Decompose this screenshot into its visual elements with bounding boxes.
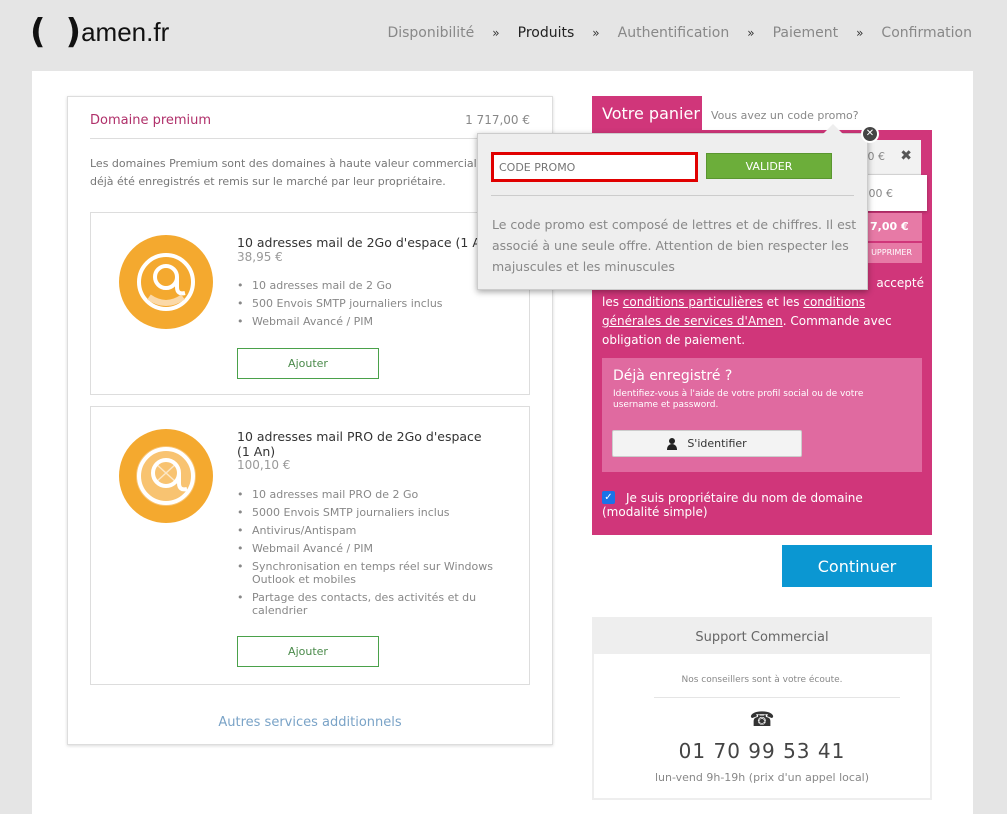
conditions-particulieres-link[interactable]: conditions particulières [623,295,763,309]
support-title: Support Commercial [594,619,930,654]
valider-button[interactable]: VALIDER [706,153,832,179]
step-disponibilite[interactable]: Disponibilité [387,25,474,41]
cart-line-price: 0 € [867,150,886,163]
feature-item: 5000 Envois SMTP journaliers inclus [237,506,507,519]
support-hours: lun-vend 9h-19h (prix d'un appel local) [654,771,870,784]
offer-title-line: (1 An) [237,444,276,459]
cart-line-price: 00 € [868,187,894,200]
step-separator: » [492,26,500,40]
offer-title: 10 adresses mail PRO de 2Go d'espace (1 … [237,429,482,459]
panier-tab[interactable]: Votre panier [592,96,702,130]
phone-icon: ☎ [749,707,775,731]
support-phone-number[interactable]: 01 70 99 53 41 [594,739,930,763]
deja-title: Déjà enregistré ? [613,368,733,384]
popover-arrow [823,124,843,134]
domain-premium-header: Domaine premium 1 717,00 € [90,113,530,139]
owner-checkbox-row[interactable]: ✓ Je suis propriétaire du nom de domaine… [602,491,922,519]
sidentifier-button[interactable]: S'identifier [612,430,802,457]
offer-mail-2go: 10 adresses mail de 2Go d'espace (1 An) … [90,212,530,395]
logo-text: amen.fr [81,17,170,47]
offer-title-line: 10 adresses mail PRO de 2Go d'espace [237,429,482,444]
description-line: Les domaines Premium sont des domaines à… [90,157,484,170]
accept-prefix: les [602,295,623,309]
at-sign-pro-icon [119,429,213,523]
domain-premium-description: Les domaines Premium sont des domaines à… [90,155,530,191]
feature-item: 10 adresses mail de 2 Go [237,279,507,292]
amen-logo[interactable]: ( ) amen.fr [30,15,169,49]
feature-item: Synchronisation en temps réel sur Window… [237,560,507,586]
offer-features: 10 adresses mail de 2 Go 500 Envois SMTP… [237,279,507,333]
delete-button[interactable]: UPPRIMER [860,243,922,263]
feature-item: Webmail Avancé / PIM [237,315,507,328]
promo-code-input[interactable] [491,152,698,182]
feature-item: Antivirus/Antispam [237,524,507,537]
support-subtitle: Nos conseillers sont à votre écoute. [681,675,843,685]
feature-item: Partage des contacts, des activités et d… [237,591,507,617]
promo-code-link[interactable]: Vous avez un code promo? [711,109,859,122]
offer-mail-pro-2go: 10 adresses mail PRO de 2Go d'espace (1 … [90,406,530,685]
checkout-steps: Disponibilité » Produits » Authentificat… [387,25,972,41]
promo-code-info: Le code promo est composé de lettres et … [492,217,857,274]
offer-features: 10 adresses mail PRO de 2 Go 5000 Envois… [237,488,507,622]
offer-title: 10 adresses mail de 2Go d'espace (1 An) [237,235,494,250]
description-line: déjà été enregistrés et remis sur le mar… [90,175,446,188]
step-produits[interactable]: Produits [518,25,575,41]
promo-code-popover: ✕ VALIDER Le code promo est composé de l… [477,124,879,290]
feature-item: 10 adresses mail PRO de 2 Go [237,488,507,501]
accept-mid: et les [762,295,804,309]
deja-description: Identifiez-vous à l'aide de votre profil… [613,389,864,410]
deja-enregistre-box: Déjà enregistré ? Identifiez-vous à l'ai… [602,358,922,472]
logo-right-paren: ) [65,12,82,52]
step-separator: » [747,26,755,40]
divider [654,697,900,698]
feature-item: 500 Envois SMTP journaliers inclus [237,297,507,310]
step-paiement[interactable]: Paiement [773,25,839,41]
step-separator: » [592,26,600,40]
cart-total: 7,00 € [860,213,922,241]
at-sign-icon [119,235,213,329]
feature-item: Webmail Avancé / PIM [237,542,507,555]
owner-checkbox[interactable]: ✓ [602,491,615,504]
step-separator: » [856,26,864,40]
sidentifier-label: S'identifier [687,437,747,450]
remove-icon[interactable]: ✖ [900,148,912,164]
offer-price: 100,10 € [237,458,291,472]
add-offer-mail-pro-button[interactable]: Ajouter [237,636,379,667]
continuer-button[interactable]: Continuer [782,545,932,587]
user-icon [667,437,678,450]
offer-price: 38,95 € [237,250,283,264]
step-confirmation[interactable]: Confirmation [881,25,972,41]
domain-premium-title: Domaine premium [90,113,212,128]
close-icon[interactable]: ✕ [861,125,879,143]
divider [491,195,854,196]
owner-label: Je suis propriétaire du nom de domaine (… [602,491,863,519]
logo-left-paren: ( [30,12,46,52]
autres-services-link[interactable]: Autres services additionnels [68,715,552,730]
step-authentification[interactable]: Authentification [618,25,730,41]
add-offer-mail-2go-button[interactable]: Ajouter [237,348,379,379]
support-commercial-box: Support Commercial Nos conseillers sont … [592,617,932,800]
